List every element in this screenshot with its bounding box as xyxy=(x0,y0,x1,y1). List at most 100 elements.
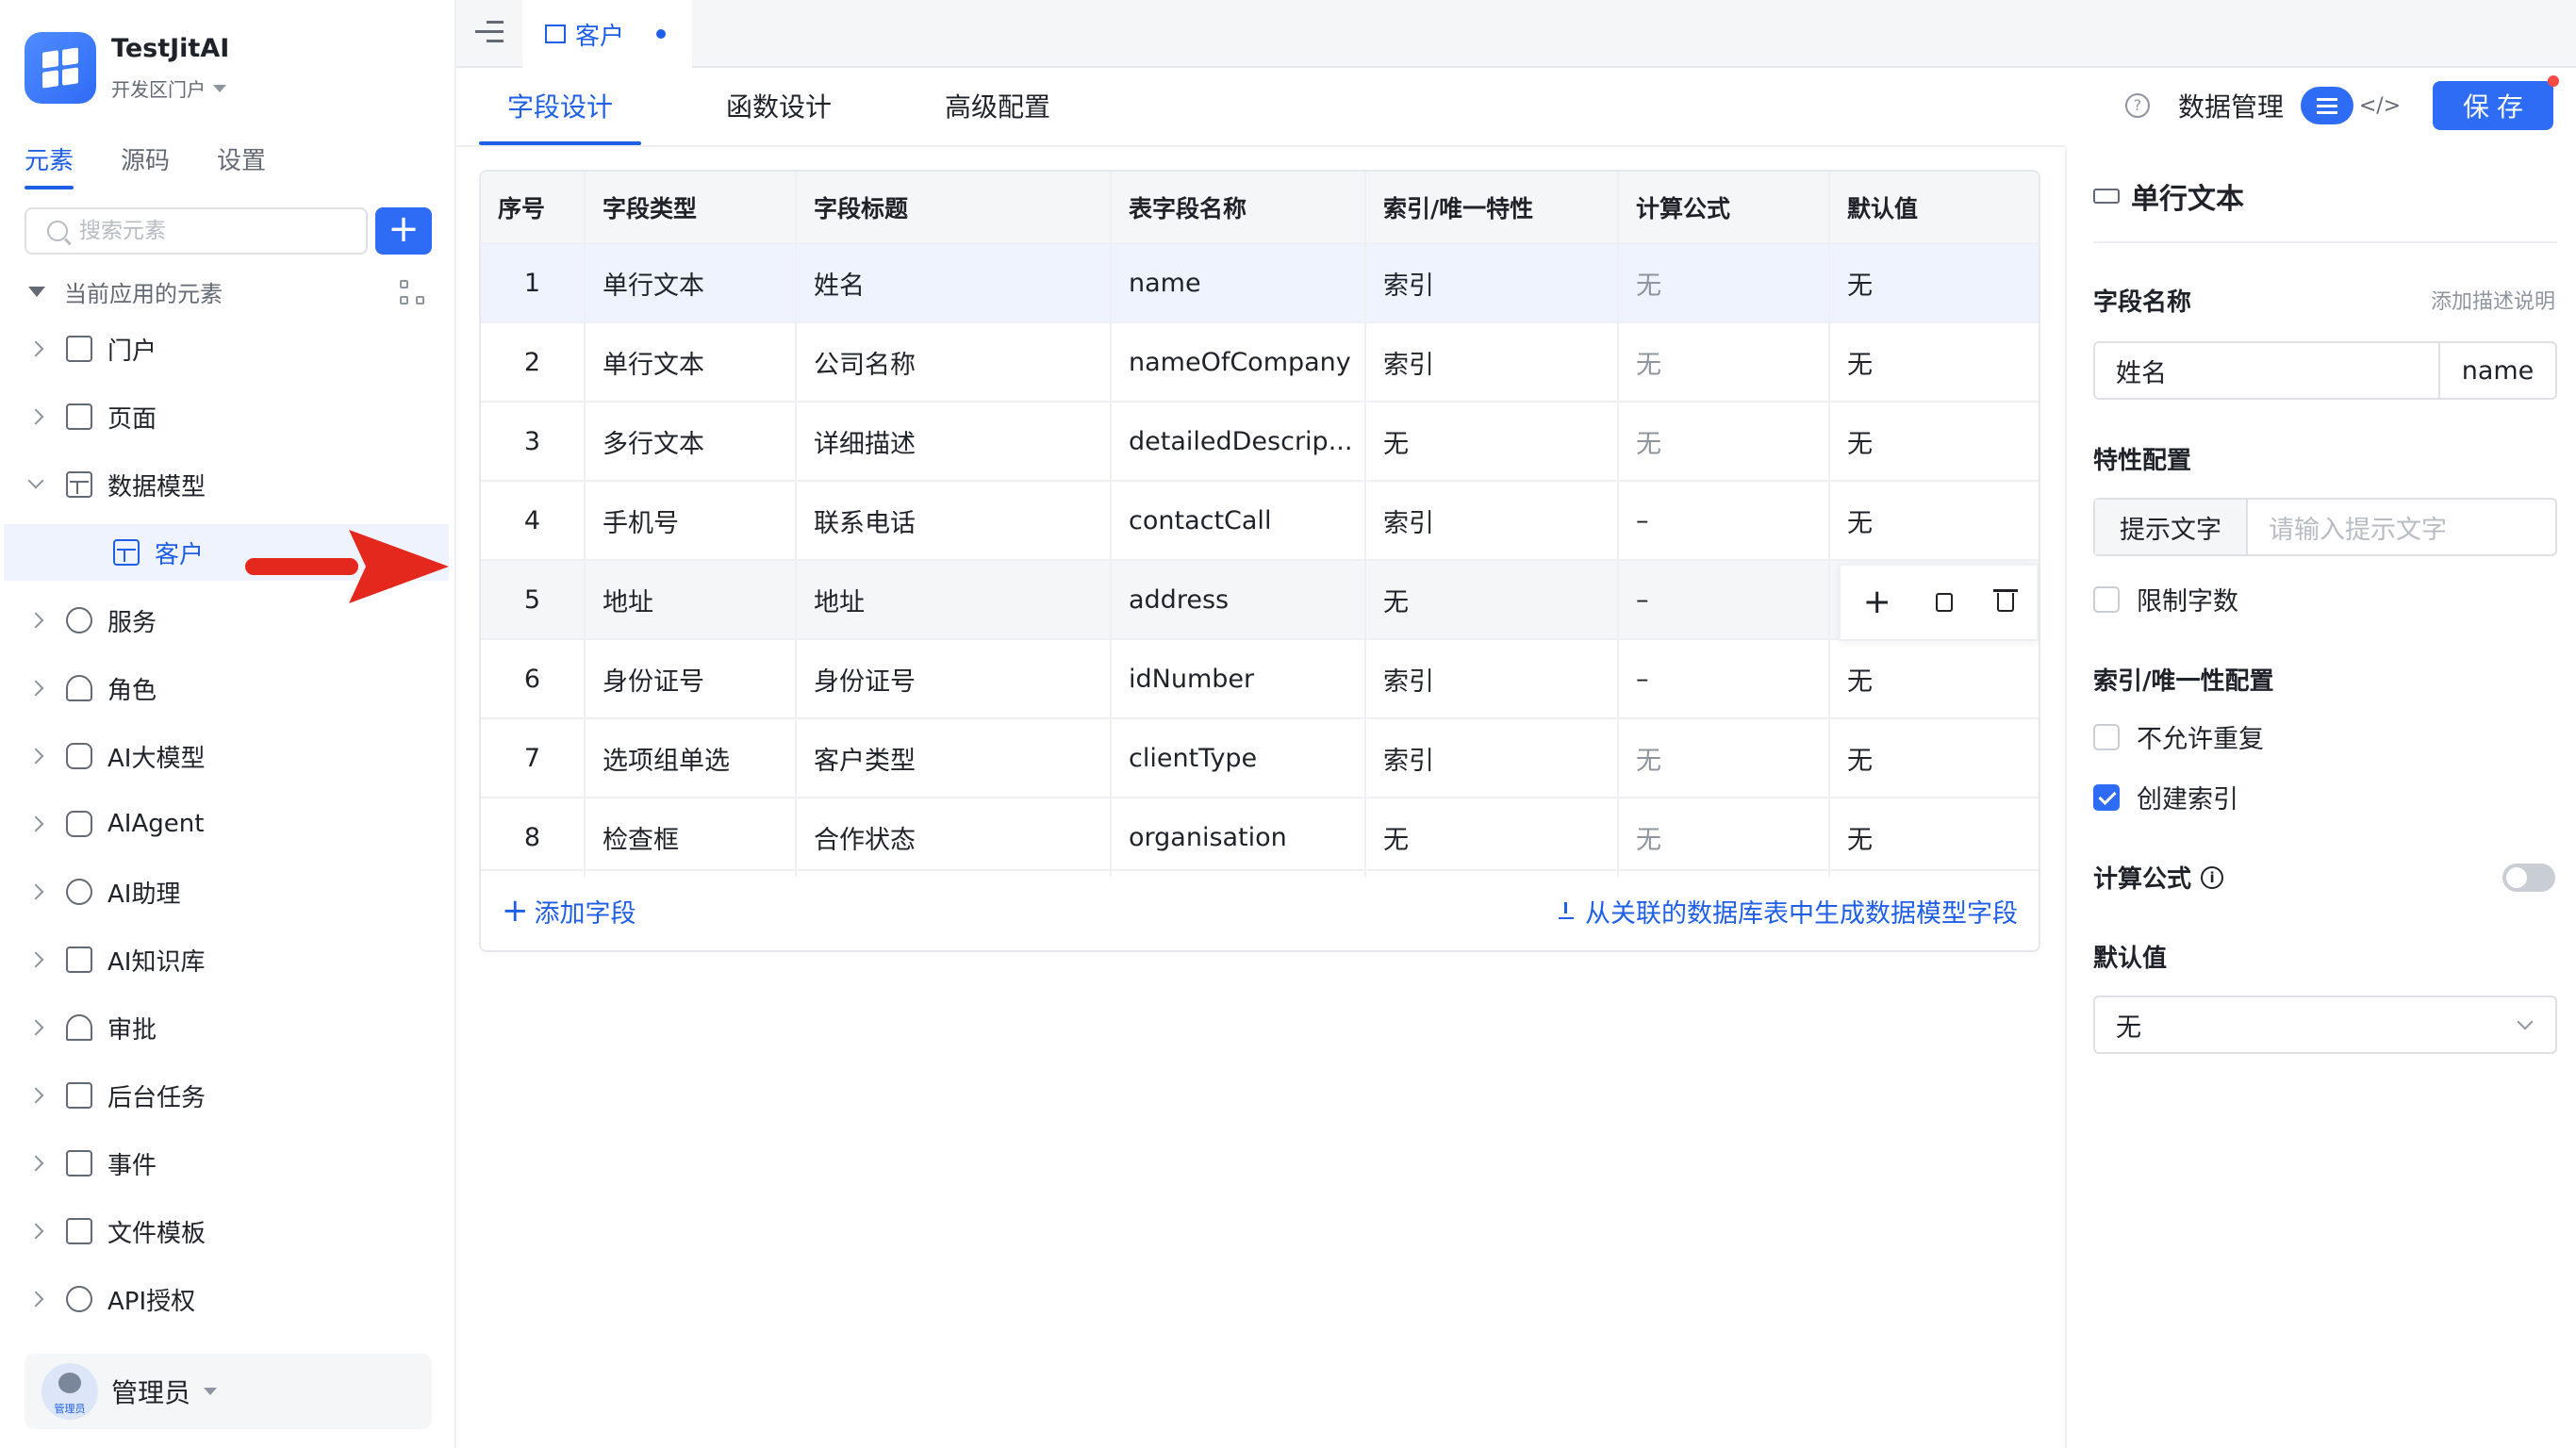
checkbox-label: 创建索引 xyxy=(2137,785,2238,814)
table-cell: – xyxy=(1618,559,1830,639)
table-cell: 无 xyxy=(1618,797,1830,877)
table-row[interactable]: 8 检查框 合作状态 organisation 无 无 无 xyxy=(481,797,2039,877)
field-title-input[interactable]: 姓名 xyxy=(2095,343,2438,398)
sidebar-item-label: 客户 xyxy=(155,540,205,569)
sidebar-item-approval[interactable]: 审批 xyxy=(0,999,445,1056)
add-element-button[interactable]: + xyxy=(375,207,432,255)
tab-settings[interactable]: 设置 xyxy=(217,141,266,189)
delete-row-icon[interactable] xyxy=(1993,589,2019,612)
portal-selector[interactable]: 开发区门户 xyxy=(111,74,229,102)
table-row[interactable]: 1 单行文本 姓名 name 索引 无 无 xyxy=(481,242,2039,322)
save-button[interactable]: 保存 xyxy=(2433,75,2559,130)
tab-field-design[interactable]: 字段设计 xyxy=(479,68,642,145)
top-tab-bar: 客户 xyxy=(456,0,2576,68)
chevron-right-icon xyxy=(27,951,44,968)
hint-text-input[interactable]: 请输入提示文字 xyxy=(2248,509,2555,546)
sidebar-item-background-task[interactable]: 后台任务 xyxy=(0,1067,445,1124)
user-menu[interactable]: 管理员 管理员 xyxy=(25,1354,432,1429)
sidebar-item-file-template[interactable]: 文件模板 xyxy=(0,1203,445,1259)
sidebar: TestJitAI 开发区门户 元素 源码 设置 + 当前应用的元素 门户 页面… xyxy=(0,0,456,1448)
settings-view-button[interactable] xyxy=(2301,87,2353,124)
divider xyxy=(456,145,2065,147)
search-input[interactable] xyxy=(79,219,343,243)
sidebar-item-event[interactable]: 事件 xyxy=(0,1135,445,1192)
download-icon xyxy=(1559,902,1574,919)
doc-tab-customer[interactable]: 客户 xyxy=(522,0,692,68)
add-field-button[interactable]: + 添加字段 xyxy=(502,892,636,930)
field-key-input[interactable]: name xyxy=(2438,343,2555,398)
avatar: 管理员 xyxy=(41,1363,98,1420)
table-cell: 联系电话 xyxy=(796,480,1112,560)
sidebar-item-page[interactable]: 页面 xyxy=(0,388,445,445)
sidebar-item-api-auth[interactable]: API授权 xyxy=(0,1271,445,1327)
table-row[interactable]: 5 地址 地址 address 无 – xyxy=(481,559,2039,639)
limit-chars-checkbox[interactable]: 限制字数 xyxy=(2093,581,2238,617)
sidebar-item-role[interactable]: 角色 xyxy=(0,660,445,716)
sidebar-item-ai-assistant[interactable]: AI助理 xyxy=(0,864,445,920)
sidebar-item-label: 文件模板 xyxy=(107,1219,206,1248)
formula-toggle[interactable] xyxy=(2502,864,2555,892)
locate-icon[interactable] xyxy=(400,279,424,304)
chevron-right-icon xyxy=(27,1223,44,1240)
sidebar-item-label: 数据模型 xyxy=(107,472,206,502)
chevron-down-icon xyxy=(2517,1013,2534,1030)
help-icon[interactable]: ? xyxy=(2124,93,2150,118)
table-cell: – xyxy=(1618,638,1830,718)
column-header: 表字段名称 xyxy=(1111,172,1366,243)
code-view-button[interactable]: </> xyxy=(2353,87,2406,124)
doc-tab-label: 客户 xyxy=(575,22,625,51)
table-cell: nameOfCompany xyxy=(1111,321,1366,402)
red-arrow-annotation xyxy=(245,530,449,603)
no-duplicate-checkbox[interactable]: 不允许重复 xyxy=(2093,718,2264,755)
avatar-label: 管理员 xyxy=(54,1403,86,1415)
info-icon[interactable]: i xyxy=(2201,865,2224,889)
create-index-checkbox[interactable]: 创建索引 xyxy=(2093,779,2238,815)
user-name: 管理员 xyxy=(111,1377,191,1408)
data-manage-label: 数据管理 xyxy=(2177,91,2284,123)
tab-source[interactable]: 源码 xyxy=(121,141,170,189)
app-header[interactable]: TestJitAI 开发区门户 xyxy=(25,32,229,104)
table-cell: name xyxy=(1111,242,1366,322)
table-row[interactable]: 2 单行文本 公司名称 nameOfCompany 索引 无 无 xyxy=(481,321,2039,402)
main-tabs: 字段设计 函数设计 高级配置 xyxy=(479,68,1135,145)
table-row[interactable]: 3 多行文本 详细描述 detailedDescrip... 无 无 无 xyxy=(481,401,2039,481)
copy-row-icon[interactable] xyxy=(1936,593,1954,612)
default-value-label: 默认值 xyxy=(2093,945,2168,973)
column-header: 索引/唯一特性 xyxy=(1365,172,1619,243)
table-row[interactable]: 7 选项组单选 客户类型 clientType 索引 无 无 xyxy=(481,717,2039,798)
table-cell: 无 xyxy=(1618,242,1830,322)
sidebar-item-ai-knowledge[interactable]: AI知识库 xyxy=(0,931,445,988)
sidebar-item-data-model[interactable]: 数据模型 xyxy=(0,456,445,513)
sidebar-item-ai-model[interactable]: AI大模型 xyxy=(0,728,445,784)
chevron-right-icon xyxy=(27,1087,44,1104)
sidebar-tabs: 元素 源码 设置 xyxy=(25,141,313,189)
sidebar-item-portal[interactable]: 门户 xyxy=(0,321,445,377)
table-cell: 身份证号 xyxy=(796,638,1112,718)
table-row[interactable]: 6 身份证号 身份证号 idNumber 索引 – 无 xyxy=(481,638,2039,718)
default-value-select[interactable]: 无 xyxy=(2093,996,2557,1054)
table-row[interactable]: 4 手机号 联系电话 contactCall 索引 – 无 xyxy=(481,480,2039,560)
table-cell: 6 xyxy=(481,638,586,718)
generate-from-db-button[interactable]: 从关联的数据库表中生成数据模型字段 xyxy=(1559,893,2018,930)
tab-function-design[interactable]: 函数设计 xyxy=(698,68,860,145)
chevron-right-icon xyxy=(27,408,44,425)
tree-header[interactable]: 当前应用的元素 xyxy=(28,275,424,308)
toolbar: ? 数据管理 </> 保存 xyxy=(2124,75,2559,132)
book-icon xyxy=(66,946,92,973)
chevron-right-icon xyxy=(27,883,44,900)
sidebar-item-label: 页面 xyxy=(107,404,157,434)
insert-row-button[interactable]: + xyxy=(1863,585,1891,619)
table-icon xyxy=(545,25,566,43)
tab-elements[interactable]: 元素 xyxy=(25,141,74,189)
tab-advanced-config[interactable]: 高级配置 xyxy=(916,68,1079,145)
sidebar-item-ai-agent[interactable]: AIAgent xyxy=(0,796,445,852)
hint-text-group: 提示文字 请输入提示文字 xyxy=(2093,498,2557,556)
table-cell: 无 xyxy=(1829,480,2039,560)
table-cell: 7 xyxy=(481,717,586,798)
sidebar-item-label: AI助理 xyxy=(107,880,181,909)
add-description-link[interactable]: 添加描述说明 xyxy=(2431,285,2555,315)
table-cell: 手机号 xyxy=(585,480,797,560)
column-header: 字段标题 xyxy=(796,172,1112,243)
collapse-sidebar-icon[interactable] xyxy=(475,21,504,43)
table-cell: 无 xyxy=(1829,321,2039,402)
